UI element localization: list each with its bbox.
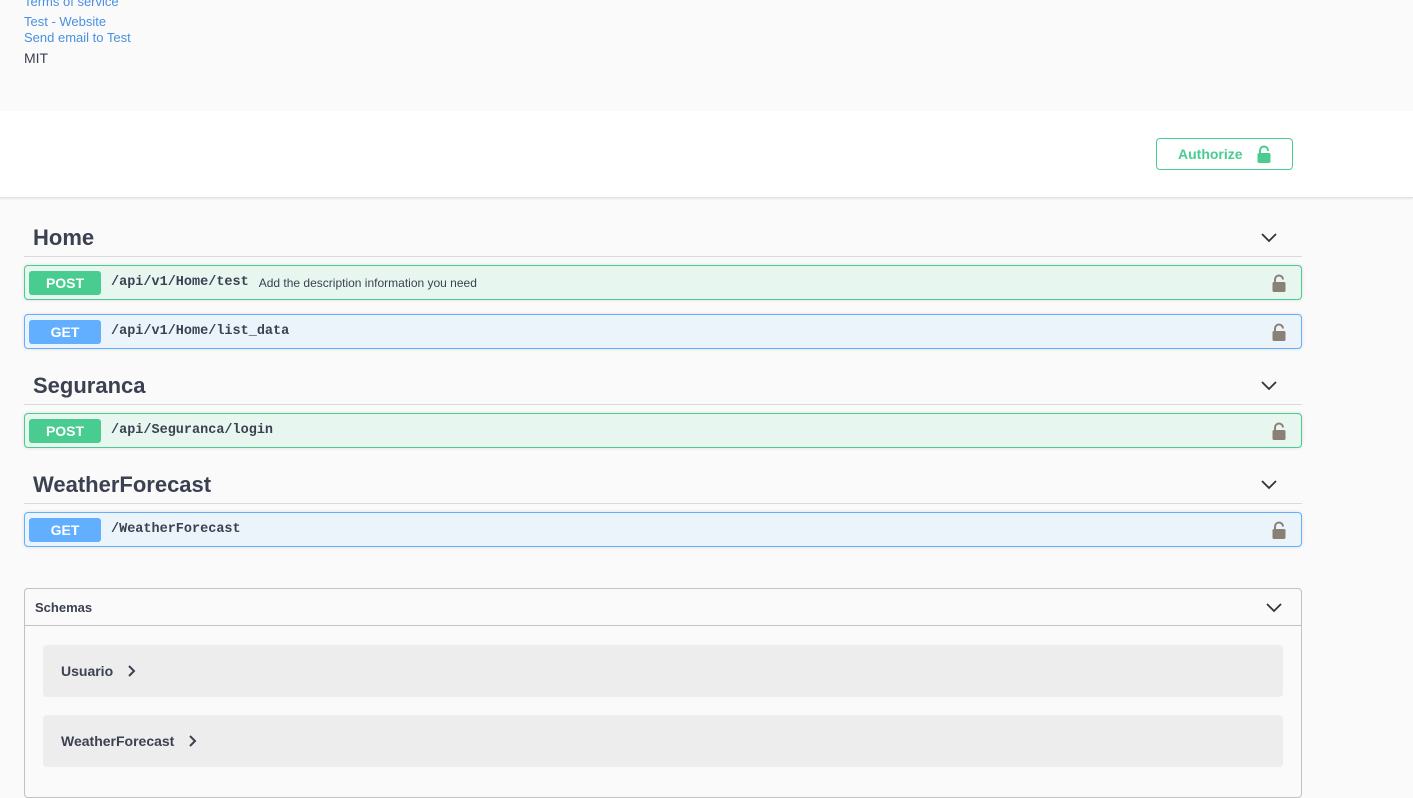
model-name: Usuario [61, 663, 114, 679]
operation-post-home-test[interactable]: POST /api/v1/Home/test Add the descripti… [24, 265, 1302, 300]
operation-path: /api/v1/Home/list_data [111, 324, 290, 339]
tag-title: Home [33, 224, 95, 250]
method-badge: GET [29, 319, 101, 344]
tag-header-home[interactable]: Home [24, 219, 1302, 257]
model-usuario[interactable]: Usuario [43, 645, 1283, 697]
schemas-section: Schemas Usuario WeatherForecast [24, 588, 1302, 798]
tag-header-weatherforecast[interactable]: WeatherForecast [24, 466, 1302, 504]
method-badge: POST [29, 418, 101, 443]
operation-post-seguranca-login[interactable]: POST /api/Seguranca/login [24, 413, 1302, 448]
email-link[interactable]: Send email to Test [24, 30, 131, 45]
license-label: MIT [24, 50, 49, 66]
model-weatherforecast[interactable]: WeatherForecast [43, 715, 1283, 767]
tag-title: Seguranca [33, 372, 146, 398]
lock-icon[interactable] [1272, 323, 1286, 341]
chevron-down-icon[interactable] [1265, 599, 1283, 617]
method-badge: GET [29, 517, 101, 542]
authorize-button[interactable]: Authorize [1156, 138, 1293, 170]
operation-path: /api/v1/Home/test [111, 275, 249, 290]
schemas-header[interactable]: Schemas [25, 589, 1301, 626]
tag-title: WeatherForecast [33, 471, 212, 497]
method-badge: POST [29, 270, 101, 295]
operation-get-home-list-data[interactable]: GET /api/v1/Home/list_data [24, 314, 1302, 349]
authorize-label: Authorize [1178, 146, 1243, 162]
lock-icon[interactable] [1272, 521, 1286, 539]
tag-header-seguranca[interactable]: Seguranca [24, 367, 1302, 405]
operation-path: /api/Seguranca/login [111, 423, 274, 438]
operation-get-weatherforecast[interactable]: GET /WeatherForecast [24, 512, 1302, 547]
chevron-right-icon [128, 665, 136, 677]
lock-icon [1257, 145, 1271, 163]
terms-of-service-link[interactable]: Terms of service [24, 0, 119, 9]
operation-description: Add the description information you need [258, 275, 477, 290]
lock-icon[interactable] [1272, 422, 1286, 440]
schemas-title: Schemas [35, 599, 93, 615]
scheme-container: Authorize [0, 111, 1413, 198]
api-info: Terms of service Test - Website Send ema… [0, 0, 1413, 111]
chevron-right-icon [189, 735, 197, 747]
chevron-down-icon[interactable] [1260, 229, 1278, 247]
lock-icon[interactable] [1272, 274, 1286, 292]
chevron-down-icon[interactable] [1260, 377, 1278, 395]
website-link[interactable]: Test - Website [24, 14, 106, 29]
chevron-down-icon[interactable] [1260, 476, 1278, 494]
model-name: WeatherForecast [61, 733, 175, 749]
operation-path: /WeatherForecast [111, 522, 241, 537]
